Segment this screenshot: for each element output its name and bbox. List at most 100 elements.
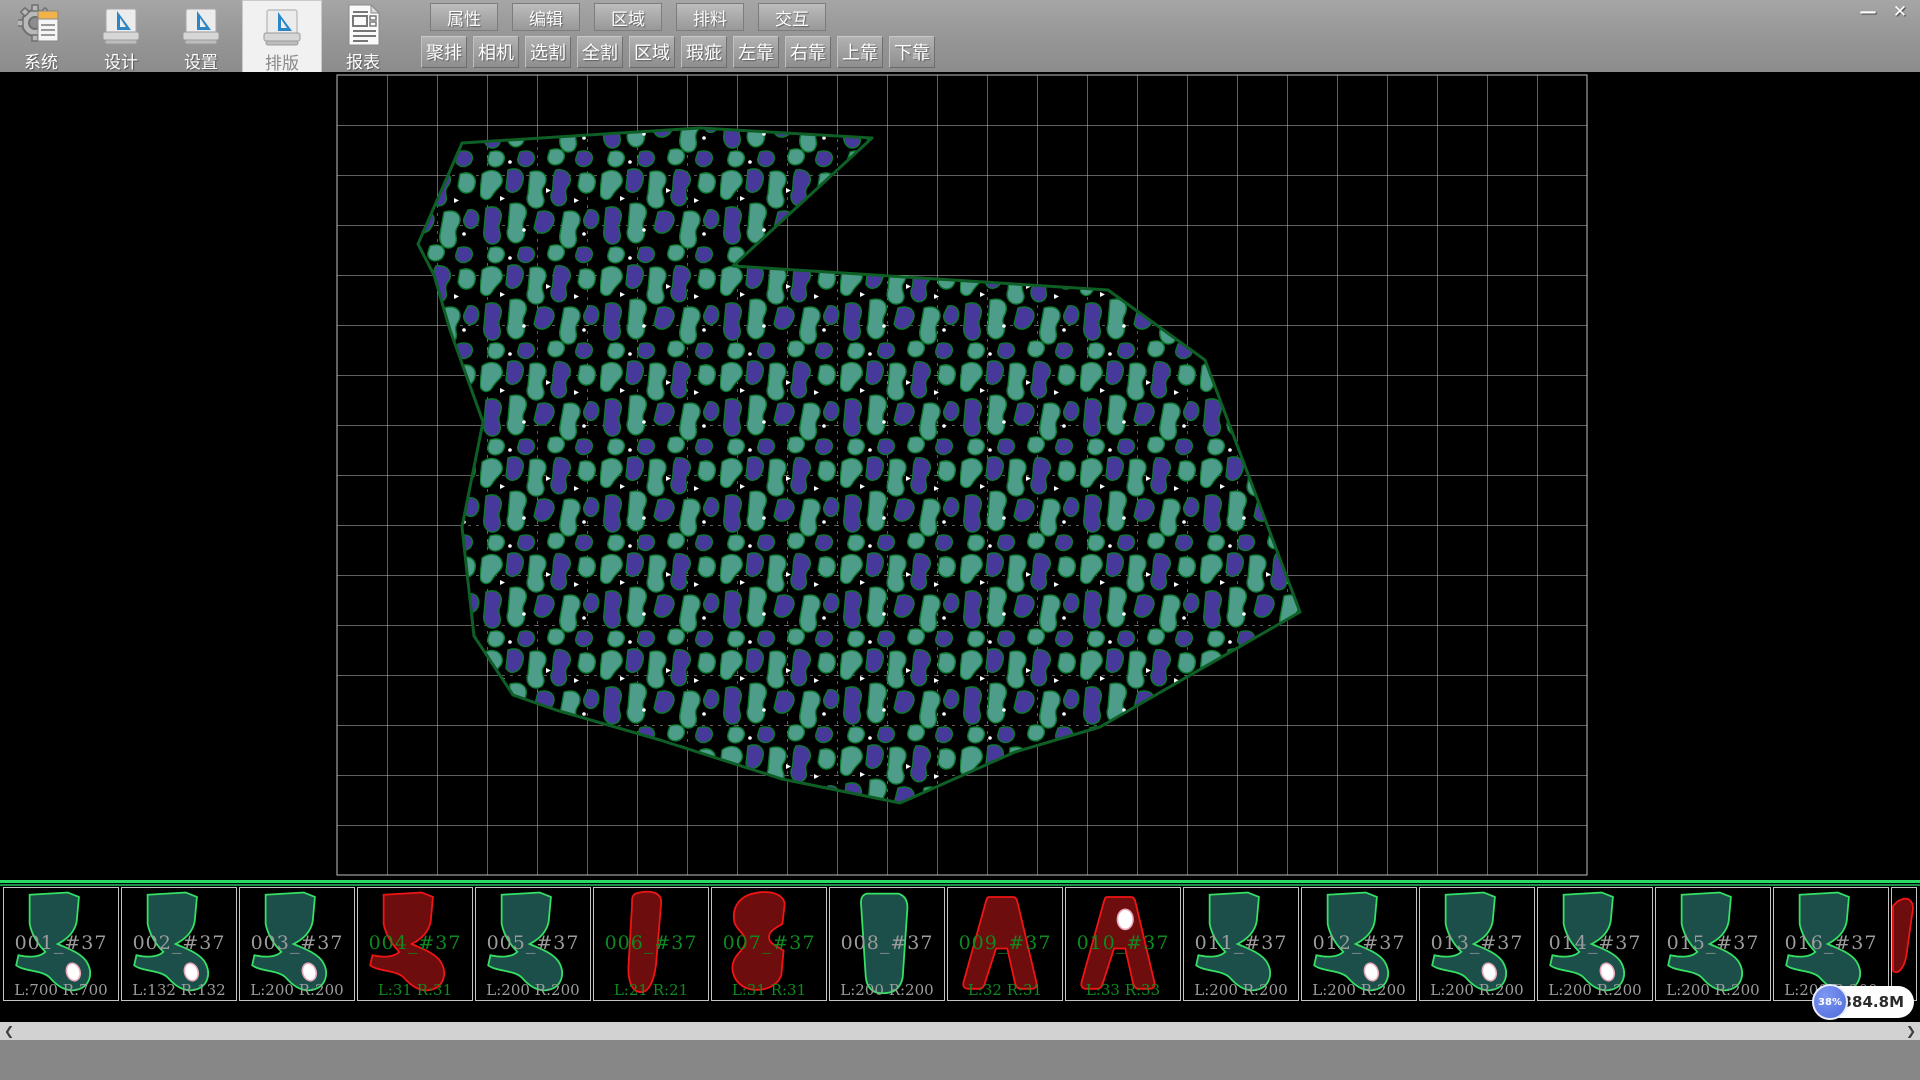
tool-button-2[interactable]: 相机 bbox=[473, 36, 519, 68]
menu-tab-4[interactable]: 排料 bbox=[676, 3, 744, 31]
tool-button-3[interactable]: 选割 bbox=[525, 36, 571, 68]
report-doc-icon bbox=[340, 3, 386, 47]
set-square-icon bbox=[183, 9, 219, 44]
menu-tab-row: 属性编辑区域排料交互 bbox=[430, 3, 826, 31]
piece-id-label: 005_#37 bbox=[476, 932, 590, 954]
piece-id-label: 012_#37 bbox=[1302, 932, 1416, 954]
piece-id-label: 006_#37 bbox=[594, 932, 708, 954]
toolbar: 系统设计设置排版报表 属性编辑区域排料交互 聚排相机选割全割区域瑕疵左靠右靠上靠… bbox=[0, 0, 1920, 72]
piece-id-label: 007_#37 bbox=[712, 932, 826, 954]
piece-id-label: 011_#37 bbox=[1184, 932, 1298, 954]
mode-button-1[interactable]: 系统 bbox=[2, 0, 80, 72]
menu-tab-2[interactable]: 编辑 bbox=[512, 3, 580, 31]
gear-doc-icon bbox=[18, 5, 58, 41]
window-controls: — ✕ bbox=[1852, 0, 1916, 24]
mode-button-2[interactable]: 设计 bbox=[82, 0, 160, 72]
thumbnail-cell-007_#37[interactable]: 007_#37L:31 R:31 bbox=[711, 887, 827, 1001]
thumbnail-cell-009_#37[interactable]: 009_#37 L:32 R:31 bbox=[947, 887, 1063, 1001]
gear-doc-icon bbox=[18, 3, 64, 47]
piece-id-label: 010_#37 bbox=[1066, 932, 1180, 954]
thumbnail-cell-004_#37[interactable]: 004_#37 L:31 R:31 bbox=[357, 887, 473, 1001]
mode-button-3[interactable]: 设置 bbox=[162, 0, 240, 72]
thumbnail-cell-015_#37[interactable]: 015_#37 L:200 R:200 bbox=[1655, 887, 1771, 1001]
piece-lr-count: L:200 R:200 bbox=[240, 981, 354, 999]
piece-lr-count: L:700 R:700 bbox=[4, 981, 118, 999]
set-square-icon bbox=[178, 3, 224, 47]
thumbnail-cell-012_#37[interactable]: 012_#37 L:200 R:200 bbox=[1301, 887, 1417, 1001]
piece-lr-count: L:32 R:31 bbox=[948, 981, 1062, 999]
thumbnail-cell-001_#37[interactable]: 001_#37 L:700 R:700 bbox=[3, 887, 119, 1001]
thumbnail-cell-010_#37[interactable]: 010_#37 L:33 R:33 bbox=[1065, 887, 1181, 1001]
mode-button-label: 设置 bbox=[184, 48, 218, 73]
horizontal-scrollbar[interactable]: ❮ ❯ bbox=[0, 1022, 1920, 1040]
thumbnail-list: 001_#37 L:700 R:700 002_#37 L:132 R:132003_… bbox=[3, 887, 1919, 1001]
status-bar bbox=[0, 1040, 1920, 1080]
piece-lr-count: L:21 R:21 bbox=[594, 981, 708, 999]
set-square-icon bbox=[264, 10, 300, 45]
minimize-button[interactable]: — bbox=[1852, 0, 1884, 24]
tool-button-8[interactable]: 右靠 bbox=[785, 36, 831, 68]
piece-lr-count: L:200 R:200 bbox=[1302, 981, 1416, 999]
set-square-icon bbox=[98, 3, 144, 47]
thumbnail-cell-005_#37[interactable]: 005_#37 L:200 R:200 bbox=[475, 887, 591, 1001]
piece-lr-count: L:200 R:200 bbox=[476, 981, 590, 999]
close-button[interactable]: ✕ bbox=[1884, 0, 1916, 24]
mode-button-5[interactable]: 报表 bbox=[324, 0, 402, 72]
piece-id-label: 008_#37 bbox=[830, 932, 944, 954]
thumbnail-cell-014_#37[interactable]: 014_#37 L:200 R:200 bbox=[1537, 887, 1653, 1001]
piece-lr-count: L:200 R:200 bbox=[1420, 981, 1534, 999]
tool-button-10[interactable]: 下靠 bbox=[889, 36, 935, 68]
tool-button-row: 聚排相机选割全割区域瑕疵左靠右靠上靠下靠 bbox=[421, 36, 935, 68]
tool-button-7[interactable]: 左靠 bbox=[733, 36, 779, 68]
tool-button-6[interactable]: 瑕疵 bbox=[681, 36, 727, 68]
piece-lr-count: L:33 R:33 bbox=[1066, 981, 1180, 999]
performance-percent-badge[interactable]: 38% bbox=[1812, 984, 1848, 1020]
thumbnail-cell-partial[interactable] bbox=[1891, 887, 1917, 1001]
thumbnail-cell-011_#37[interactable]: 011_#37 L:200 R:200 bbox=[1183, 887, 1299, 1001]
piece-lr-count: L:200 R:200 bbox=[1184, 981, 1298, 999]
piece-thumbnail-strip: 001_#37 L:700 R:700 002_#37 L:132 R:132003_… bbox=[0, 880, 1920, 1022]
piece-lr-count: L:31 R:31 bbox=[358, 981, 472, 999]
mode-button-label: 排版 bbox=[265, 49, 299, 74]
menu-tab-3[interactable]: 区域 bbox=[594, 3, 662, 31]
mode-button-label: 设计 bbox=[104, 48, 138, 73]
tool-button-9[interactable]: 上靠 bbox=[837, 36, 883, 68]
tool-button-5[interactable]: 区域 bbox=[629, 36, 675, 68]
piece-id-label: 002_#37 bbox=[122, 932, 236, 954]
scroll-left-arrow-icon[interactable]: ❮ bbox=[0, 1022, 18, 1040]
thumbnail-cell-002_#37[interactable]: 002_#37 L:132 R:132 bbox=[121, 887, 237, 1001]
thumbnail-cell-013_#37[interactable]: 013_#37 L:200 R:200 bbox=[1419, 887, 1535, 1001]
piece-id-label: 015_#37 bbox=[1656, 932, 1770, 954]
nesting-app-window: 系统设计设置排版报表 属性编辑区域排料交互 聚排相机选割全割区域瑕疵左靠右靠上靠… bbox=[0, 0, 1920, 1080]
menu-tab-1[interactable]: 属性 bbox=[430, 3, 498, 31]
hide-layout-svg bbox=[0, 72, 1920, 880]
piece-lr-count: L:200 R:200 bbox=[830, 981, 944, 999]
mode-button-4[interactable]: 排版 bbox=[242, 0, 322, 74]
set-square-icon bbox=[259, 4, 305, 48]
scroll-right-arrow-icon[interactable]: ❯ bbox=[1902, 1022, 1920, 1040]
piece-lr-count: L:132 R:132 bbox=[122, 981, 236, 999]
thumbnail-cell-008_#37[interactable]: 008_#37 L:200 R:200 bbox=[829, 887, 945, 1001]
set-square-icon bbox=[103, 9, 139, 44]
nesting-canvas[interactable] bbox=[0, 72, 1920, 880]
menu-tab-5[interactable]: 交互 bbox=[758, 3, 826, 31]
tool-button-4[interactable]: 全割 bbox=[577, 36, 623, 68]
piece-thumbnail-shape bbox=[1892, 888, 1917, 1000]
tool-button-1[interactable]: 聚排 bbox=[421, 36, 467, 68]
strip-divider-line-2 bbox=[0, 884, 1920, 886]
piece-id-label: 013_#37 bbox=[1420, 932, 1534, 954]
piece-id-label: 004_#37 bbox=[358, 932, 472, 954]
piece-id-label: 001_#37 bbox=[4, 932, 118, 954]
piece-lr-count: L:200 R:200 bbox=[1656, 981, 1770, 999]
piece-id-label: 014_#37 bbox=[1538, 932, 1652, 954]
report-doc-icon bbox=[349, 5, 379, 45]
mode-button-label: 报表 bbox=[346, 48, 380, 73]
strip-divider-line bbox=[0, 880, 1920, 883]
piece-id-label: 016_#37 bbox=[1774, 932, 1888, 954]
piece-id-label: 009_#37 bbox=[948, 932, 1062, 954]
thumbnail-cell-003_#37[interactable]: 003_#37L:200 R:200 bbox=[239, 887, 355, 1001]
main-mode-buttons: 系统 设计 设置 排版 报表 bbox=[2, 0, 404, 72]
thumbnail-cell-006_#37[interactable]: 006_#37 L:21 R:21 bbox=[593, 887, 709, 1001]
mode-button-label: 系统 bbox=[24, 48, 58, 73]
piece-lr-count: L:200 R:200 bbox=[1538, 981, 1652, 999]
